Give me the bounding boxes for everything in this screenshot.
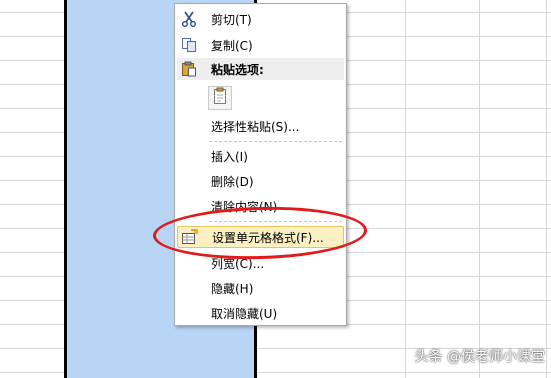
paste-document-icon [212, 87, 228, 109]
scissors-icon [179, 9, 199, 29]
grid-col-line [479, 0, 480, 378]
insert-label: 插入(I) [211, 149, 248, 164]
menu-item-copy[interactable]: 复制(C) [177, 34, 344, 56]
menu-item-cut[interactable]: 剪切(T) [177, 8, 344, 30]
paste-options-label: 粘贴选项: [211, 62, 264, 77]
hide-label: 隐藏(H) [211, 281, 254, 296]
menu-item-hide[interactable]: 隐藏(H) [177, 277, 344, 299]
grid-col-line [405, 0, 406, 378]
paste-option-button[interactable] [208, 86, 232, 110]
grid-col-line [546, 0, 547, 378]
menu-item-paste-special[interactable]: 选择性粘贴(S)... [177, 115, 344, 137]
menu-item-unhide[interactable]: 取消隐藏(U) [177, 302, 344, 324]
copy-icon [179, 35, 199, 55]
unhide-label: 取消隐藏(U) [211, 306, 278, 321]
paste-special-label: 选择性粘贴(S)... [211, 119, 300, 134]
cut-label: 剪切(T) [211, 12, 252, 27]
menu-item-insert[interactable]: 插入(I) [177, 145, 344, 167]
clipboard-icon [179, 59, 199, 79]
watermark: 头条 @侯老师小课堂 [414, 349, 545, 365]
context-menu: 剪切(T) 复制(C) 粘贴选项: 选择性粘贴(S)... 插入(I) 删除(D… [174, 3, 347, 326]
paste-options-header: 粘贴选项: [177, 58, 344, 80]
menu-item-delete[interactable]: 删除(D) [177, 170, 344, 192]
menu-separator [209, 141, 342, 142]
copy-label: 复制(C) [211, 38, 253, 53]
delete-label: 删除(D) [211, 174, 254, 189]
